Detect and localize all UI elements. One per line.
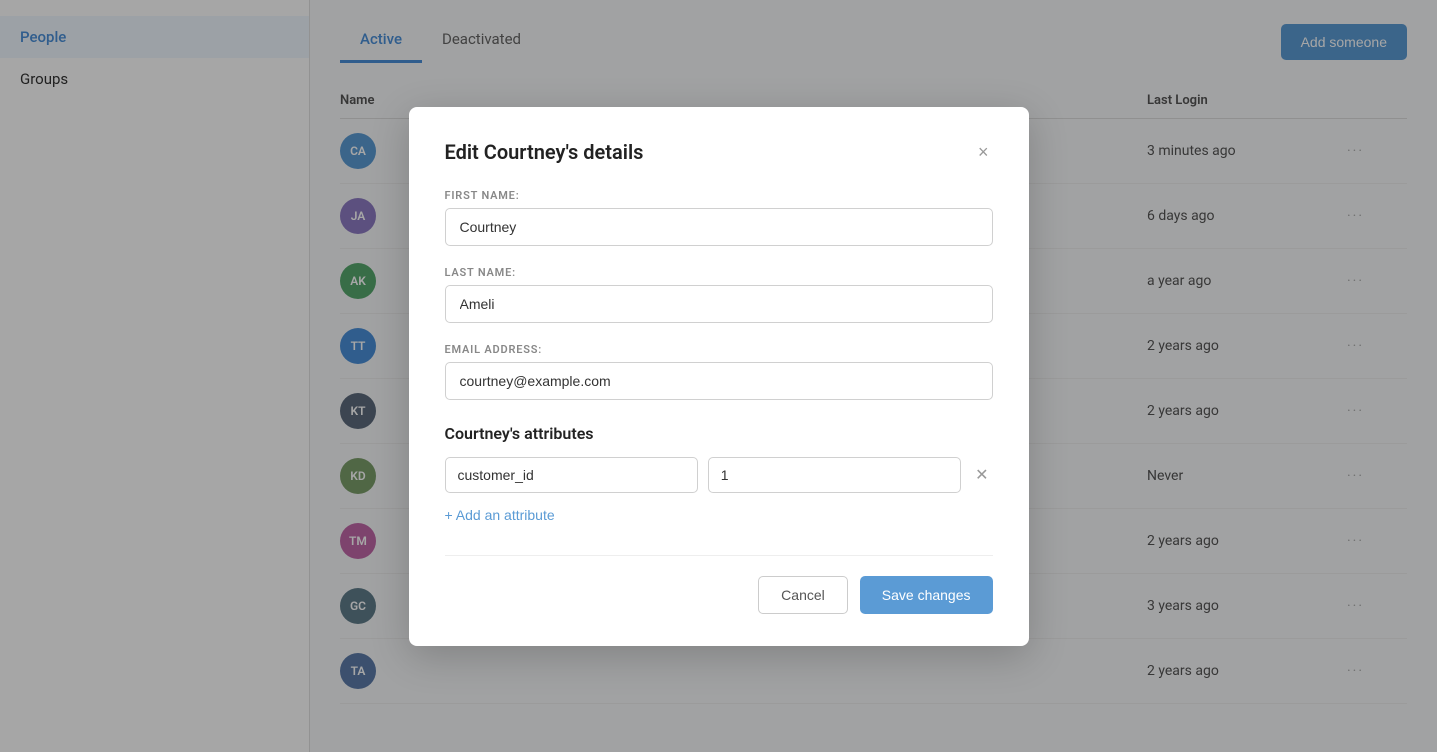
close-icon: ✕ [975, 465, 988, 485]
attribute-value-input[interactable] [708, 457, 961, 493]
modal-dialog: Edit Courtney's details × FIRST NAME: LA… [409, 107, 1029, 646]
modal-footer: Cancel Save changes [445, 555, 993, 614]
attribute-row: ✕ [445, 457, 993, 493]
email-input[interactable] [445, 362, 993, 400]
last-name-label: LAST NAME: [445, 266, 993, 279]
email-group: EMAIL ADDRESS: [445, 343, 993, 400]
last-name-group: LAST NAME: [445, 266, 993, 323]
attribute-delete-button[interactable]: ✕ [971, 461, 992, 489]
modal-close-button[interactable]: × [974, 139, 993, 165]
modal-overlay: Edit Courtney's details × FIRST NAME: LA… [0, 0, 1437, 752]
modal-title: Edit Courtney's details [445, 140, 644, 164]
modal-header: Edit Courtney's details × [445, 139, 993, 165]
attributes-section: Courtney's attributes ✕ + Add an attribu… [445, 424, 993, 527]
first-name-input[interactable] [445, 208, 993, 246]
attributes-title: Courtney's attributes [445, 424, 993, 443]
add-attribute-button[interactable]: + Add an attribute [445, 503, 555, 527]
first-name-group: FIRST NAME: [445, 189, 993, 246]
attribute-key-input[interactable] [445, 457, 698, 493]
cancel-button[interactable]: Cancel [758, 576, 848, 614]
first-name-label: FIRST NAME: [445, 189, 993, 202]
email-label: EMAIL ADDRESS: [445, 343, 993, 356]
save-changes-button[interactable]: Save changes [860, 576, 993, 614]
last-name-input[interactable] [445, 285, 993, 323]
